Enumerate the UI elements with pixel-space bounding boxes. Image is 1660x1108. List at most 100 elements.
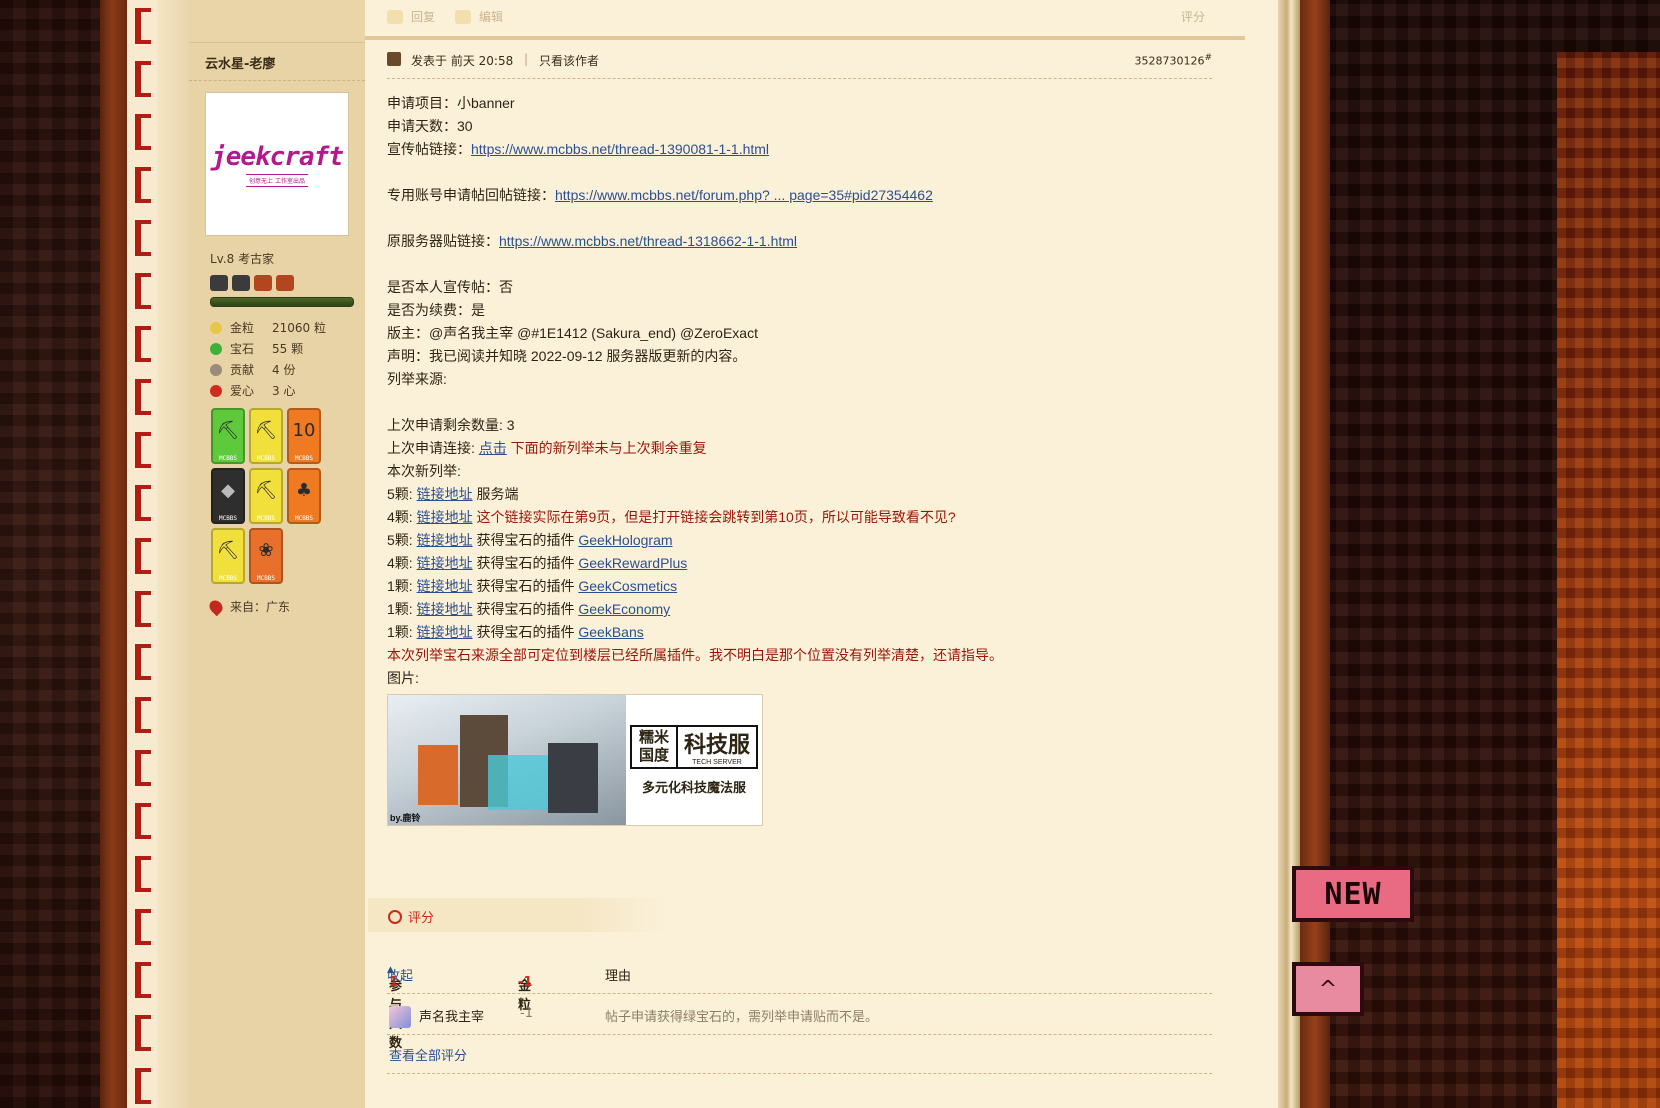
pencil-icon: [455, 9, 471, 24]
avatar[interactable]: [389, 1006, 411, 1028]
stat-gem: 宝石 55 颗: [210, 338, 365, 359]
reply-icon: [387, 9, 403, 24]
ribbon-hook: [135, 962, 151, 998]
level-icon: [210, 275, 228, 291]
remaining-count: 上次申请剩余数量: 3: [387, 417, 515, 433]
level-icon: [232, 275, 250, 291]
ribbon-hook: [135, 485, 151, 521]
view-all-ratings-link[interactable]: 查看全部评分: [389, 1045, 467, 1064]
back-to-top-button[interactable]: ^: [1292, 962, 1364, 1016]
ribbon-hook: [135, 379, 151, 415]
self-promo: 是否本人宣传帖：否: [387, 279, 513, 295]
medal[interactable]: ⛏ MCBBS: [249, 468, 283, 524]
edit-button[interactable]: 编辑: [455, 8, 503, 25]
banner-caption: by.鹿铃: [390, 813, 421, 823]
author-name[interactable]: 云水星-老廖: [189, 43, 365, 81]
ribbon-hook: [135, 697, 151, 733]
server-banner-image[interactable]: by.鹿铃 糯米国度 科技服 TECH SERVER 多元化科技魔法服: [387, 694, 763, 826]
rate-button[interactable]: 评分: [1181, 8, 1205, 25]
rating-table: 参与人数 1 金粒 -1 理由 收起 ▲ 声名我主宰 -1 帖子申请获得绿宝石的…: [387, 955, 1212, 1074]
list-item: 1颗: 链接地址 获得宝石的插件 GeekCosmetics: [387, 578, 678, 594]
rating-gold: -1: [520, 1006, 533, 1021]
ribbon-decoration: [127, 0, 157, 1108]
reply-button[interactable]: 回复: [387, 8, 435, 25]
page-edge: [157, 0, 189, 1108]
avatar-logo: jeekcraft: [211, 141, 344, 172]
ribbon-hook: [135, 750, 151, 786]
plugin-link[interactable]: GeekBans: [578, 624, 643, 640]
list-item: 4颗: 链接地址 这个链接实际在第9页，但是打开链接会跳转到第10页，所以可能导…: [387, 509, 956, 525]
gold-total: -1: [518, 975, 533, 990]
avatar-subtitle: 创意无上 工作室出品: [246, 173, 308, 187]
medal[interactable]: ♣ MCBBS: [287, 468, 321, 524]
post-content: 申请项目：小banner 申请天数：30 宣传帖链接：https://www.m…: [387, 92, 1237, 826]
account-reply-link[interactable]: https://www.mcbbs.net/forum.php? ... pag…: [555, 187, 933, 203]
item-link[interactable]: 链接地址: [417, 555, 473, 571]
ribbon-hook: [135, 538, 151, 574]
post-main: 回复 编辑 评分 发表于 前天 20:58 | 只看该作者 3528730126…: [365, 0, 1278, 1108]
wood-frame-left: [100, 0, 127, 1108]
sidebar-top-band: [189, 0, 365, 43]
medal[interactable]: ⛏ MCBBS: [211, 408, 245, 464]
promo-thread-line: 宣传帖链接：https://www.mcbbs.net/thread-13900…: [387, 141, 770, 157]
item-link[interactable]: 链接地址: [417, 486, 473, 502]
list-item: 4颗: 链接地址 获得宝石的插件 GeekRewardPlus: [387, 555, 688, 571]
medal[interactable]: 10 MCBBS: [287, 408, 321, 464]
plugin-link[interactable]: GeekEconomy: [578, 601, 670, 617]
chevron-up-icon: ▲: [387, 965, 394, 975]
account-reply-line: 专用账号申请帖回帖链接：https://www.mcbbs.net/forum.…: [387, 187, 933, 203]
ribbon-hook: [135, 432, 151, 468]
plugin-link[interactable]: GeekHologram: [578, 532, 672, 548]
author-mini-avatar: [387, 52, 401, 66]
medal[interactable]: ❀ MCBBS: [249, 528, 283, 584]
banner-scene: by.鹿铃: [388, 695, 626, 825]
user-level[interactable]: Lv.8 考古家: [210, 250, 365, 267]
wood-frame-right: [1300, 0, 1330, 1108]
original-server-line: 原服务器贴链接：https://www.mcbbs.net/thread-131…: [387, 233, 798, 249]
item-link[interactable]: 链接地址: [417, 509, 473, 525]
avatar[interactable]: jeekcraft 创意无上 工作室出品: [205, 92, 349, 236]
image-label: 图片:: [387, 670, 419, 686]
promo-thread-link[interactable]: https://www.mcbbs.net/thread-1390081-1-1…: [471, 141, 769, 157]
new-post-button[interactable]: NEW: [1292, 866, 1414, 922]
original-server-link[interactable]: https://www.mcbbs.net/thread-1318662-1-1…: [499, 233, 797, 249]
plugin-link[interactable]: GeekCosmetics: [578, 578, 677, 594]
list-item: 1颗: 链接地址 获得宝石的插件 GeekBans: [387, 624, 644, 640]
page-rail-right: [1278, 0, 1300, 1108]
item-link[interactable]: 链接地址: [417, 624, 473, 640]
rating-footer: 查看全部评分: [387, 1035, 1212, 1074]
heart-icon: [210, 384, 222, 397]
ribbon-hook: [135, 8, 151, 44]
user-location: 来自：广东: [206, 597, 365, 616]
post-header: 发表于 前天 20:58 | 只看该作者 3528730126#: [387, 48, 1212, 79]
medal[interactable]: ⛏ MCBBS: [211, 528, 245, 584]
caret-up-icon: ^: [1318, 976, 1338, 1002]
ribbon-hook: [135, 1068, 151, 1104]
only-author-link[interactable]: 只看该作者: [539, 52, 599, 69]
item-link[interactable]: 链接地址: [417, 578, 473, 594]
level-icon: [276, 275, 294, 291]
user-stats: 金粒 21060 粒 宝石 55 颗 贡献 4 份 爱心 3 心: [210, 317, 365, 401]
ribbon-hook: [135, 61, 151, 97]
floor-number[interactable]: 3528730126#: [1134, 53, 1212, 68]
medal[interactable]: ◆ MCBBS: [211, 468, 245, 524]
new-list-label: 本次新列举:: [387, 463, 461, 479]
renewal: 是否为续费：是: [387, 302, 485, 318]
item-link[interactable]: 链接地址: [417, 532, 473, 548]
brand-logo: 糯米国度 科技服 TECH SERVER: [629, 724, 758, 769]
gem-icon: [210, 342, 222, 355]
item-link[interactable]: 链接地址: [417, 601, 473, 617]
ribbon-hook: [135, 1015, 151, 1051]
plugin-link[interactable]: GeekRewardPlus: [578, 555, 687, 571]
final-note: 本次列举宝石来源全部可定位到楼层已经所属插件。我不明白是那个位置没有列举清楚，还…: [387, 647, 1003, 663]
rating-reason: 帖子申请获得绿宝石的，需列举申请贴而不是。: [605, 1010, 879, 1025]
previous-application-link[interactable]: 点击: [479, 440, 507, 456]
medal-grid: ⛏ MCBBS ⛏ MCBBS 10 MCBBS ◆ MCBBS ⛏ MCBBS ♣ MCB…: [211, 408, 365, 584]
medal[interactable]: ⛏ MCBBS: [249, 408, 283, 464]
banner-slogan: 多元化科技魔法服: [641, 779, 746, 795]
apply-days: 申请天数：30: [387, 118, 473, 134]
author-sidebar: 云水星-老廖 jeekcraft 创意无上 工作室出品 Lv.8 考古家 金粒 2…: [189, 0, 366, 1108]
rater-name[interactable]: 声名我主宰: [419, 1006, 484, 1025]
ribbon-hook: [135, 803, 151, 839]
list-item: 5颗: 链接地址 服务端: [387, 486, 519, 502]
